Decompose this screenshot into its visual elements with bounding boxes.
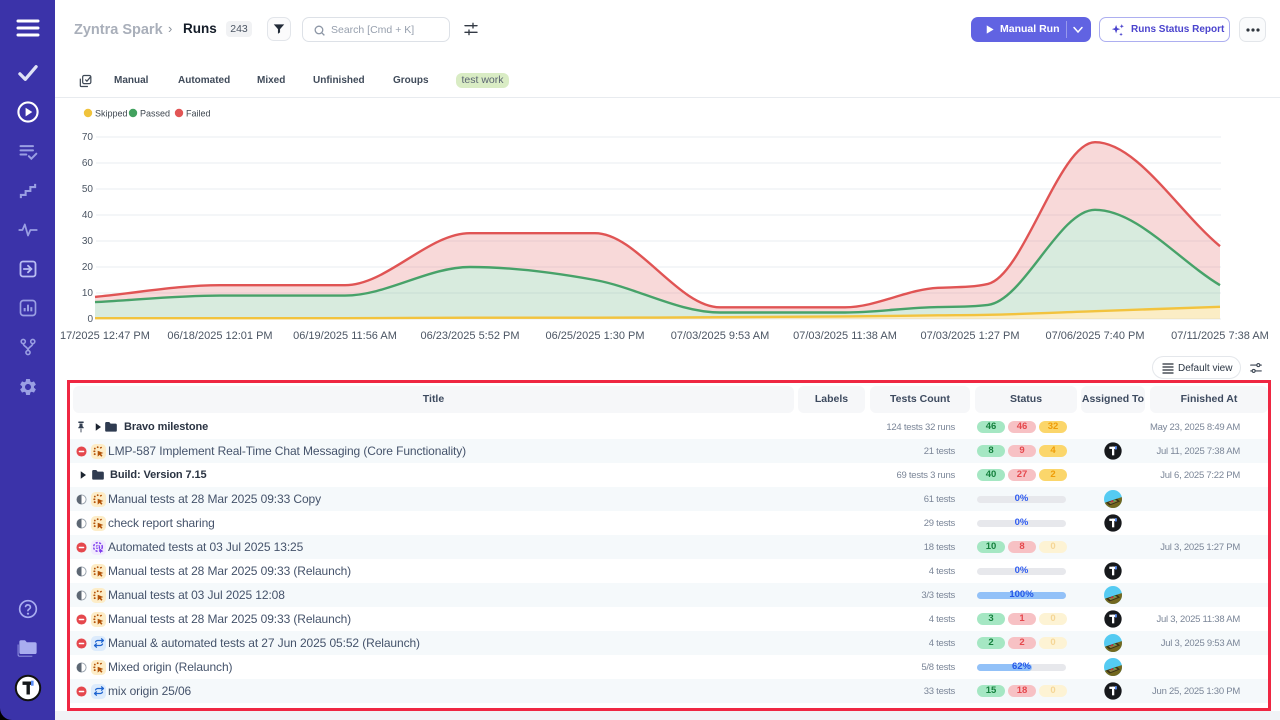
- svg-text:Passed: Passed: [140, 109, 170, 119]
- svg-text:06/23/2025 5:52 PM: 06/23/2025 5:52 PM: [420, 330, 519, 342]
- svg-text:70: 70: [82, 132, 94, 143]
- svg-text:30: 30: [82, 236, 94, 247]
- svg-text:0: 0: [87, 314, 93, 325]
- svg-text:Failed: Failed: [186, 109, 211, 119]
- svg-text:06/18/2025 12:01 PM: 06/18/2025 12:01 PM: [167, 330, 272, 342]
- svg-text:50: 50: [82, 184, 94, 195]
- svg-text:40: 40: [82, 210, 94, 221]
- svg-text:10: 10: [82, 288, 94, 299]
- svg-text:07/03/2025 9:53 AM: 07/03/2025 9:53 AM: [671, 330, 769, 342]
- svg-text:06/19/2025 11:56 AM: 06/19/2025 11:56 AM: [293, 330, 397, 342]
- svg-text:07/11/2025 7:38 AM: 07/11/2025 7:38 AM: [1171, 330, 1269, 342]
- svg-text:06/25/2025 1:30 PM: 06/25/2025 1:30 PM: [545, 330, 644, 342]
- svg-text:07/03/2025 1:27 PM: 07/03/2025 1:27 PM: [920, 330, 1019, 342]
- svg-text:20: 20: [82, 262, 94, 273]
- svg-text:07/06/2025 7:40 PM: 07/06/2025 7:40 PM: [1045, 330, 1144, 342]
- svg-text:17/2025 12:47 PM: 17/2025 12:47 PM: [60, 330, 150, 342]
- svg-text:07/03/2025 11:38 AM: 07/03/2025 11:38 AM: [793, 330, 897, 342]
- svg-text:60: 60: [82, 158, 94, 169]
- svg-text:Skipped: Skipped: [95, 109, 128, 119]
